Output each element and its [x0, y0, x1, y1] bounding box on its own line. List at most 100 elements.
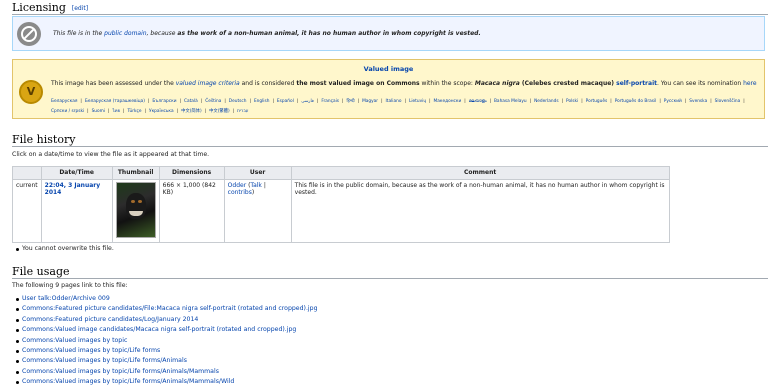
row-thumbnail[interactable] — [111, 179, 160, 243]
col-thumbnail: Thumbnail — [111, 166, 160, 180]
vi-t7: (Celebes crested macaque) — [519, 80, 617, 87]
language-link[interactable]: עברית — [237, 109, 248, 114]
usage-link[interactable]: Commons:Valued image candidates/Macaca n… — [16, 326, 318, 336]
language-link[interactable]: Español — [277, 99, 294, 104]
user-talk-link[interactable]: Talk — [250, 182, 262, 189]
language-link[interactable]: Português do Brasil — [615, 99, 657, 104]
language-link[interactable]: Deutsch — [229, 99, 247, 104]
usage-link[interactable]: Commons:Valued images by topic/Life form… — [16, 378, 318, 388]
vi-t6: Macaca nigra — [474, 80, 520, 87]
valued-criteria-link[interactable]: valued image criteria — [176, 80, 240, 87]
licensing-heading: Licensing [edit] — [12, 1, 88, 14]
language-separator: | — [710, 99, 712, 104]
language-separator: | — [296, 99, 299, 104]
file-usage-note: The following 9 pages link to this file: — [12, 282, 128, 289]
file-usage-list: User talk:Odder/Archive 009 Commons:Feat… — [14, 295, 318, 389]
pd-text-2: , because — [146, 30, 178, 37]
licensing-edit-link[interactable]: [edit] — [72, 5, 88, 12]
nomination-link[interactable]: here — [743, 80, 757, 87]
col-comment: Comment — [290, 166, 670, 180]
language-link[interactable]: Українська — [149, 109, 174, 114]
vi-t9: . You can see its nomination — [657, 80, 744, 87]
language-separator: | — [179, 99, 181, 104]
language-link[interactable]: Slovenščina — [715, 99, 741, 104]
language-link[interactable]: Čeština — [205, 99, 221, 104]
language-separator: | — [561, 99, 564, 104]
language-separator: | — [144, 109, 146, 114]
overwrite-note: You cannot overwrite this file. — [16, 245, 114, 255]
language-link[interactable]: Svenska — [689, 99, 707, 104]
language-link[interactable]: Polski — [566, 99, 578, 104]
language-link[interactable]: Български — [152, 99, 176, 104]
language-link[interactable]: 中文(简体) — [181, 109, 202, 114]
language-separator: | — [342, 99, 344, 104]
language-separator: | — [176, 109, 179, 114]
language-link[interactable]: Français — [321, 99, 339, 104]
language-separator: | — [108, 109, 110, 114]
user-link[interactable]: Odder — [228, 182, 247, 189]
vi-t4: the most valued image on Commons — [296, 80, 420, 87]
valued-image-title[interactable]: Valued image — [13, 65, 764, 73]
language-separator: | — [87, 109, 89, 114]
col-status — [12, 166, 42, 180]
language-link[interactable]: فارسی — [301, 99, 314, 104]
language-link[interactable]: Türkçe — [127, 109, 141, 114]
usage-link[interactable]: Commons:Featured picture candidates/File… — [16, 305, 318, 315]
language-separator: | — [357, 99, 360, 104]
language-link[interactable]: Italiano — [386, 99, 402, 104]
language-link[interactable]: English — [254, 99, 270, 104]
col-datetime: Date/Time — [40, 166, 113, 180]
language-link[interactable]: മലയാളം — [469, 99, 487, 104]
usage-link[interactable]: Commons:Valued images by topic — [16, 337, 318, 347]
vi-t1: This image has been assessed under the — [51, 80, 176, 87]
file-history-table: Date/Time Thumbnail Dimensions User Comm… — [12, 166, 670, 243]
overwrite-list: You cannot overwrite this file. — [14, 245, 114, 255]
usage-link[interactable]: User talk:Odder/Archive 009 — [16, 295, 318, 305]
file-usage-heading: File usage — [12, 265, 70, 278]
language-link[interactable]: Magyar — [362, 99, 378, 104]
row-datetime-link[interactable]: 22:04, 3 January 2014 — [40, 179, 113, 243]
public-domain-link[interactable]: public domain — [104, 30, 146, 37]
self-portrait-link[interactable]: self-portrait — [616, 80, 657, 87]
public-domain-icon — [17, 22, 41, 46]
language-link[interactable]: Suomi — [92, 109, 105, 114]
language-separator: | — [224, 99, 226, 104]
row-dimensions: 666 × 1,000 (842 KB) — [158, 179, 225, 243]
language-link[interactable]: Русский — [664, 99, 682, 104]
language-link[interactable]: Беларуская — [51, 99, 77, 104]
public-domain-text: This file is in the public domain, becau… — [53, 30, 481, 37]
language-link[interactable]: Lietuvių — [409, 99, 426, 104]
language-link[interactable]: Bahasa Melayu — [494, 99, 527, 104]
row-status: current — [12, 179, 42, 243]
user-contribs-link[interactable]: contribs — [228, 189, 252, 196]
language-link[interactable]: Català — [184, 99, 198, 104]
pd-text-1: This file is in the — [53, 30, 105, 37]
language-separator: | — [200, 99, 203, 104]
usage-link[interactable]: Commons:Valued images by topic/Life form… — [16, 347, 318, 357]
language-link[interactable]: Беларуская (тарашкевіца) — [85, 99, 145, 104]
usage-link[interactable]: Commons:Valued images by topic/Life form… — [16, 357, 318, 367]
language-link[interactable]: Македонски — [434, 99, 462, 104]
file-history-row: current 22:04, 3 January 2014 666 × 1,00… — [12, 179, 670, 243]
usage-link[interactable]: Commons:Valued images by topic/Life form… — [16, 368, 318, 378]
public-domain-box: This file is in the public domain, becau… — [12, 16, 765, 51]
licensing-rule — [12, 14, 768, 15]
usage-link[interactable]: Commons:Featured picture candidates/Log/… — [16, 316, 318, 326]
language-separator: | — [529, 99, 532, 104]
language-separator: | — [272, 99, 274, 104]
language-separator: | — [743, 99, 745, 104]
language-link[interactable]: Српски / srpski — [51, 109, 84, 114]
language-links: Беларуская | Беларуская (тарашкевіца) | Бълг… — [51, 97, 761, 117]
language-link[interactable]: ไทย — [113, 109, 121, 114]
language-link[interactable]: हिन्दी — [346, 99, 354, 104]
language-link[interactable]: 中文(繁體) — [209, 109, 230, 114]
vi-t5: within the scope: — [419, 80, 475, 87]
macaque-thumbnail-image[interactable] — [115, 182, 156, 238]
file-usage-rule — [12, 278, 768, 279]
language-link[interactable]: Nederlands — [534, 99, 559, 104]
col-user: User — [223, 166, 292, 180]
valued-image-text: This image has been assessed under the v… — [51, 80, 757, 87]
language-link[interactable]: Português — [586, 99, 608, 104]
language-separator: | — [429, 99, 431, 104]
file-history-heading: File history — [12, 133, 76, 146]
